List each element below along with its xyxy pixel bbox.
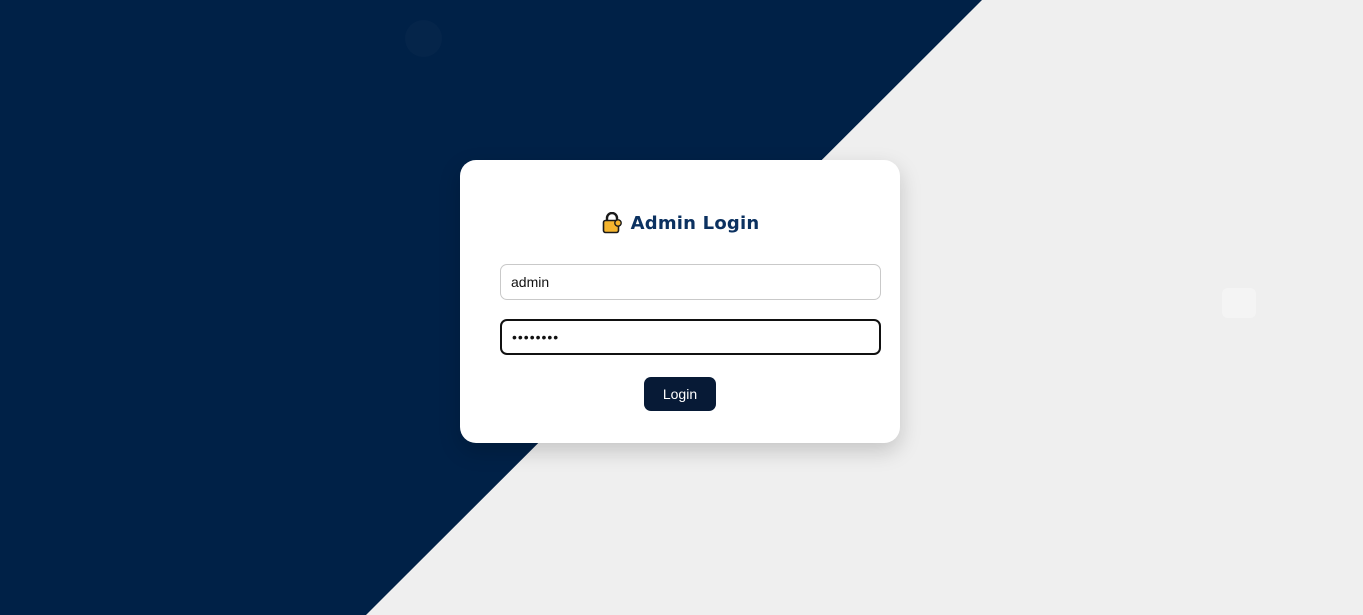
username-input[interactable]: [500, 264, 881, 300]
lock-icon: [601, 211, 623, 234]
login-title-row: Admin Login: [460, 208, 900, 238]
login-card: Admin Login Login: [460, 160, 900, 443]
page-title: Admin Login: [630, 212, 760, 234]
login-page: Admin Login Login: [0, 0, 1363, 615]
password-input[interactable]: [500, 319, 881, 355]
background-decor-square: [1222, 288, 1256, 318]
background-decor-circle: [405, 20, 442, 57]
login-button[interactable]: Login: [644, 377, 716, 411]
